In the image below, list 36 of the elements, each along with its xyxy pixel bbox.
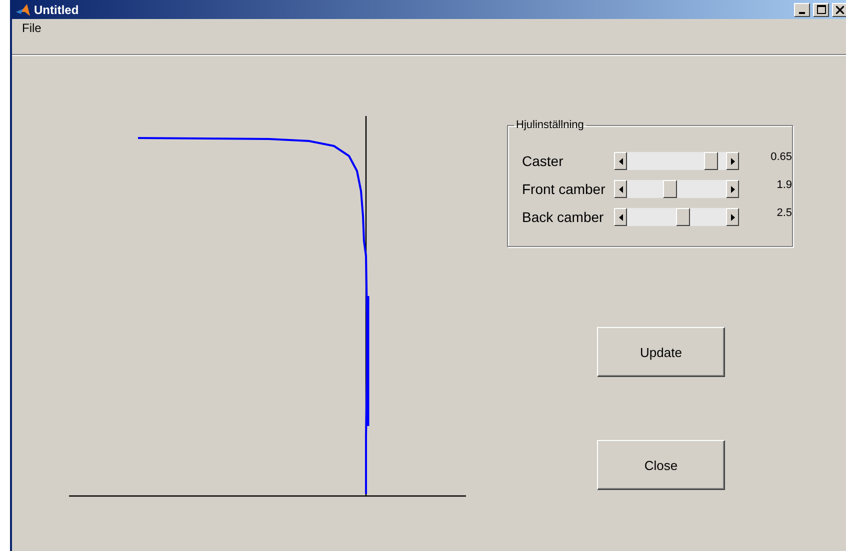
slider-value: 0.65 — [770, 151, 792, 163]
slider-thumb[interactable] — [662, 180, 677, 198]
window-title: Untitled — [34, 2, 80, 16]
slider[interactable] — [614, 180, 739, 198]
right-arrow-button[interactable] — [726, 208, 739, 226]
left-triangle-icon — [618, 158, 622, 164]
slider-label: Back camber — [522, 209, 605, 225]
right-triangle-icon — [730, 214, 734, 220]
close-button[interactable] — [832, 2, 846, 16]
slider-value: 2.5 — [776, 207, 792, 219]
right-arrow-button[interactable] — [726, 180, 739, 198]
group-title: Hjulinställning — [515, 119, 585, 131]
left-triangle-icon — [618, 214, 622, 220]
menu-item[interactable]: File — [20, 20, 44, 36]
slider[interactable] — [614, 208, 739, 226]
right-arrow-button[interactable] — [726, 152, 739, 170]
slider-value: 1.9 — [776, 179, 792, 191]
slider-label: Front camber — [522, 181, 606, 197]
slider[interactable] — [614, 152, 739, 170]
close-icon — [836, 6, 844, 14]
maximize-button[interactable] — [813, 2, 829, 16]
left-triangle-icon — [618, 186, 622, 192]
right-triangle-icon — [730, 158, 734, 164]
left-arrow-button[interactable] — [614, 152, 627, 170]
left-arrow-button[interactable] — [614, 208, 627, 226]
right-triangle-icon — [730, 186, 734, 192]
minimize-button[interactable] — [794, 2, 810, 16]
maximize-icon — [816, 5, 826, 14]
close-button[interactable]: Close — [597, 440, 725, 490]
update-button[interactable]: Update — [597, 327, 725, 377]
slider-thumb[interactable] — [704, 152, 718, 170]
minimize-icon — [799, 12, 805, 14]
app-logo-icon — [15, 2, 31, 16]
left-arrow-button[interactable] — [614, 180, 627, 198]
slider-label: Caster — [522, 153, 564, 169]
slider-thumb[interactable] — [676, 208, 690, 226]
